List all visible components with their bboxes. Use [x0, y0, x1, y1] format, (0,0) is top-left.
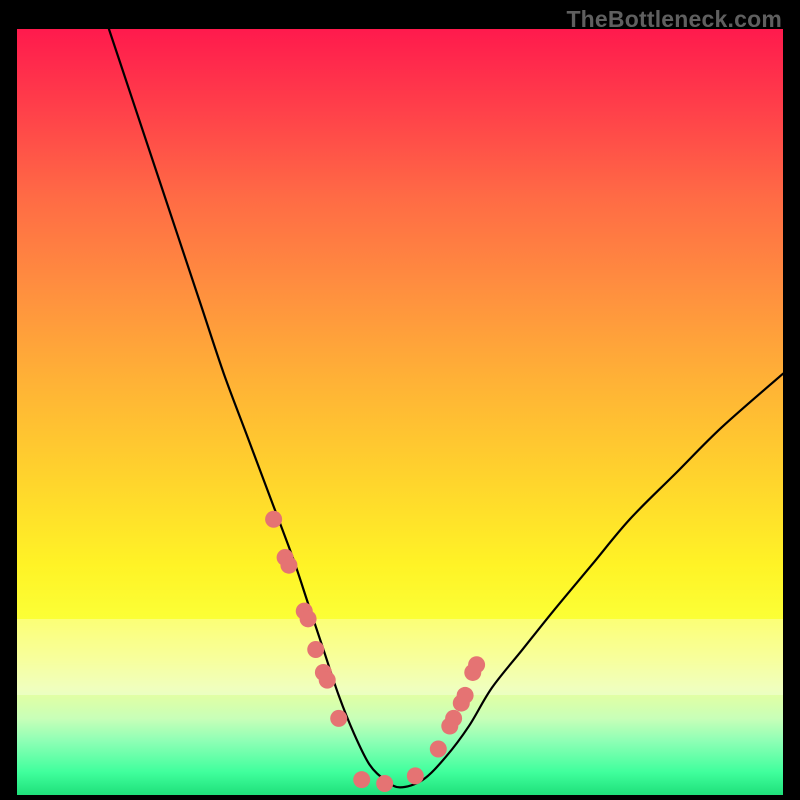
data-point [280, 557, 297, 574]
data-point [353, 771, 370, 788]
data-point [457, 687, 474, 704]
watermark-text: TheBottleneck.com [566, 6, 782, 33]
data-point [430, 741, 447, 758]
chart-svg [17, 29, 783, 795]
bottleneck-curve [109, 29, 783, 787]
data-point [330, 710, 347, 727]
plot-area [17, 29, 783, 795]
data-point [319, 672, 336, 689]
data-point [445, 710, 462, 727]
data-point [307, 641, 324, 658]
data-point [300, 610, 317, 627]
data-point [407, 767, 424, 784]
data-point [376, 775, 393, 792]
data-point [468, 656, 485, 673]
data-point [265, 511, 282, 528]
